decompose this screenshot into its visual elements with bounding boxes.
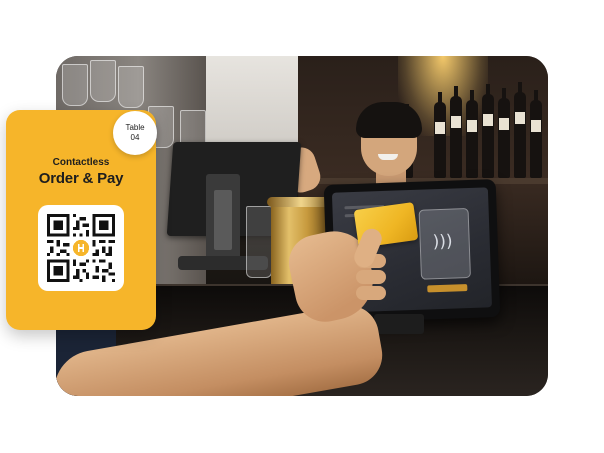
screen-button bbox=[427, 284, 468, 293]
hanging-glass bbox=[62, 64, 88, 106]
contactless-payment-icon: ))) bbox=[432, 231, 453, 253]
bottle bbox=[466, 90, 478, 178]
qr-code[interactable] bbox=[38, 205, 124, 291]
qr-code-icon bbox=[47, 214, 115, 282]
card-title: Order & Pay bbox=[38, 170, 124, 187]
finger bbox=[356, 270, 386, 284]
card-subtitle: Contactless bbox=[52, 157, 110, 168]
tall-glass bbox=[246, 206, 272, 278]
table-label: Table bbox=[125, 123, 145, 132]
bottle bbox=[482, 84, 494, 178]
bottle bbox=[434, 92, 446, 178]
nfc-reader-panel: ))) bbox=[418, 208, 471, 280]
terminal-stand bbox=[374, 314, 424, 334]
staff-hair bbox=[356, 102, 422, 138]
back-pos-stand bbox=[206, 174, 240, 266]
table-badge: Table 04 bbox=[113, 111, 157, 155]
bottle bbox=[498, 88, 510, 178]
bottle bbox=[530, 90, 542, 178]
table-number: 04 bbox=[130, 133, 140, 142]
bottle bbox=[450, 86, 462, 178]
staff-smile bbox=[378, 154, 398, 160]
bottle bbox=[514, 82, 526, 178]
hanging-glass bbox=[118, 66, 144, 108]
finger bbox=[356, 286, 386, 300]
hanging-glass bbox=[90, 60, 116, 102]
